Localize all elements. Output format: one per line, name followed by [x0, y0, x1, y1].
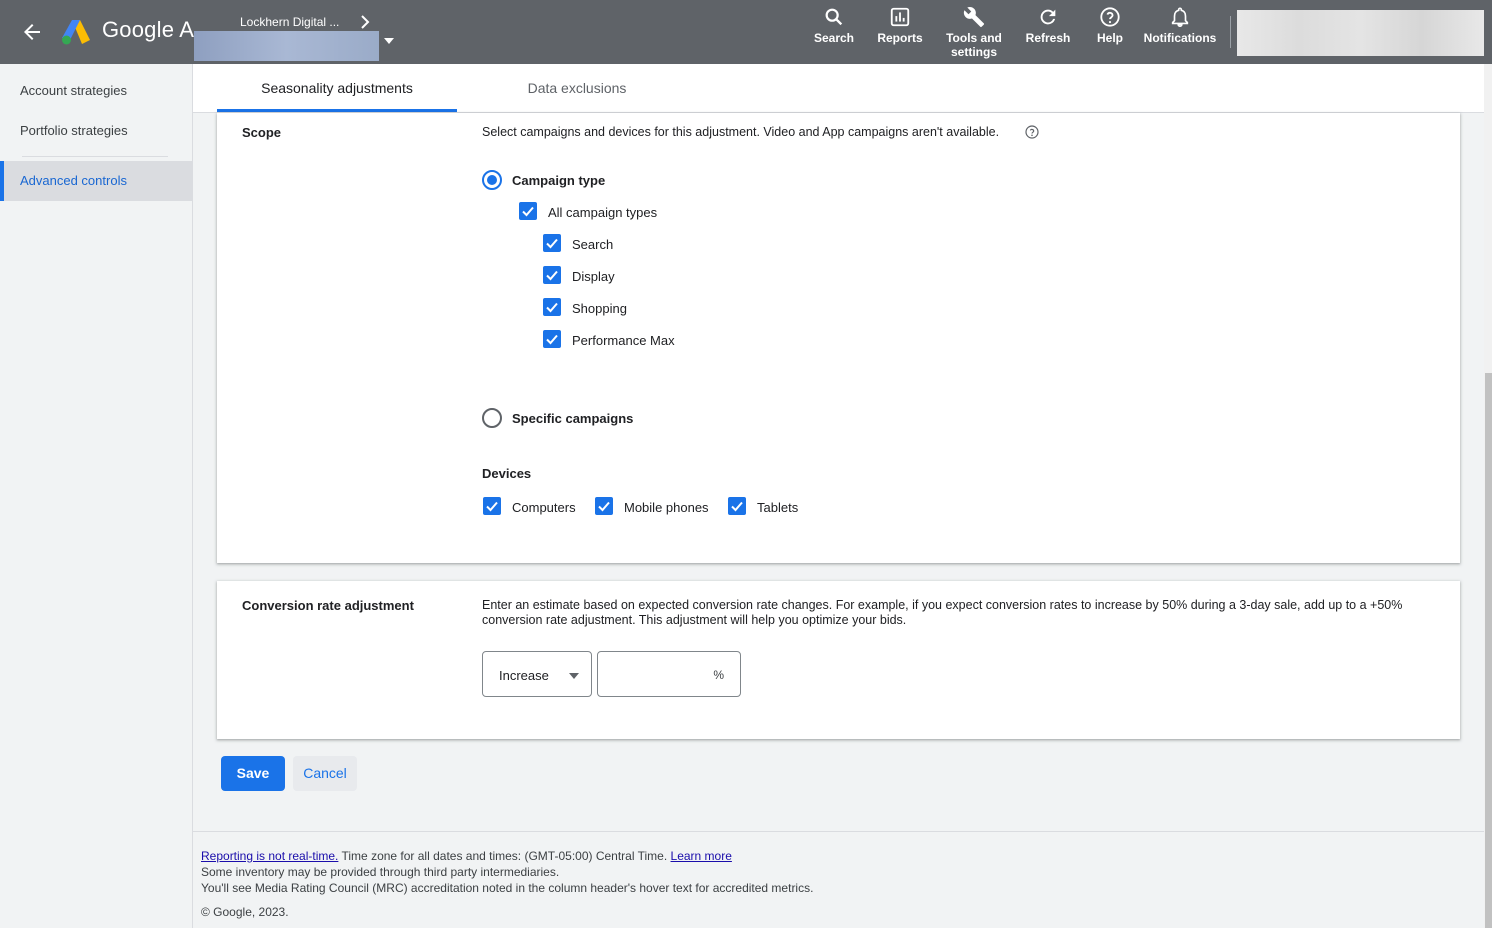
tab-seasonality-adjustments[interactable]: Seasonality adjustments [217, 64, 457, 112]
checkmark-icon [546, 334, 558, 345]
refresh-icon [1040, 9, 1056, 25]
refresh-tool-button[interactable]: Refresh [1020, 6, 1076, 45]
scrollbar-thumb[interactable] [1485, 373, 1492, 928]
sidebar-item-account-strategies[interactable]: Account strategies [0, 71, 192, 111]
conversion-rate-card: Conversion rate adjustment Enter an esti… [217, 581, 1460, 739]
footer-copyright: © Google, 2023. [201, 905, 289, 919]
tablets-label: Tablets [757, 500, 799, 515]
performance-max-type-label: Performance Max [572, 333, 675, 348]
reports-tool-button[interactable]: Reports [872, 6, 928, 45]
adjustment-direction-value: Increase [499, 668, 549, 683]
notifications-tool-label: Notifications [1143, 31, 1217, 45]
display-type-label: Display [572, 269, 615, 284]
help-tool-label: Help [1096, 31, 1123, 45]
checkmark-icon [546, 270, 558, 281]
scope-help-icon[interactable] [1025, 125, 1039, 139]
scope-description: Select campaigns and devices for this ad… [482, 125, 1000, 139]
adjustment-direction-select[interactable]: Increase [482, 651, 592, 697]
conversion-description-line2: conversion rate adjustment. This adjustm… [482, 613, 907, 627]
footer-mrc-line: You'll see Media Rating Council (MRC) ac… [201, 881, 814, 895]
conversion-description-line1: Enter an estimate based on expected conv… [482, 598, 1403, 612]
mobile-phones-label: Mobile phones [624, 500, 709, 515]
notifications-tool-button[interactable]: Notifications [1140, 6, 1220, 45]
all-campaign-types-label: All campaign types [548, 205, 658, 220]
refresh-tool-label: Refresh [1025, 31, 1071, 45]
profile-redacted[interactable] [1237, 10, 1484, 56]
checkmark-icon [546, 302, 558, 313]
search-tool-label: Search [813, 31, 855, 45]
dropdown-caret-icon [569, 673, 579, 679]
wrench-icon [963, 7, 985, 28]
back-arrow-icon[interactable] [20, 20, 44, 44]
tools-settings-label: Tools and settings [946, 31, 1002, 59]
computers-label: Computers [512, 500, 576, 515]
sidebar: Account strategies Portfolio strategies … [0, 64, 193, 928]
checkmark-icon [546, 238, 558, 249]
checkmark-icon [731, 501, 743, 512]
sidebar-separator [22, 156, 168, 157]
performance-max-type-checkbox[interactable] [543, 330, 561, 348]
scope-card: Scope Select campaigns and devices for t… [217, 113, 1460, 563]
brand-name: Google Ads [102, 17, 194, 42]
footer-divider [193, 831, 1484, 832]
learn-more-link[interactable]: Learn more [671, 849, 732, 863]
reporting-not-realtime-link[interactable]: Reporting is not real-time. [201, 849, 338, 863]
adjustment-percent-input[interactable]: % [597, 651, 741, 697]
conversion-heading: Conversion rate adjustment [242, 598, 414, 613]
search-tool-button[interactable]: Search [808, 6, 860, 45]
shopping-type-checkbox[interactable] [543, 298, 561, 316]
search-type-checkbox[interactable] [543, 234, 561, 252]
sidebar-item-portfolio-strategies[interactable]: Portfolio strategies [0, 111, 192, 151]
devices-heading: Devices [482, 466, 532, 481]
footer-reporting-line: Reporting is not real-time. Time zone fo… [201, 849, 732, 863]
chevron-right-icon[interactable] [358, 14, 372, 30]
sidebar-item-advanced-controls[interactable]: Advanced controls [0, 161, 192, 201]
display-type-checkbox[interactable] [543, 266, 561, 284]
checkmark-icon [522, 206, 534, 217]
help-tool-button[interactable]: Help [1088, 6, 1132, 45]
help-icon [1100, 7, 1120, 27]
bell-icon [1171, 7, 1189, 27]
percent-sign: % [713, 668, 724, 682]
top-bar: Google Ads Lockhern Digital ... Search R… [0, 0, 1492, 64]
search-icon [825, 8, 843, 26]
google-ads-logo-icon [62, 20, 90, 45]
cancel-button[interactable]: Cancel [293, 756, 357, 791]
account-dropdown-icon[interactable] [382, 36, 396, 46]
shopping-type-label: Shopping [572, 301, 627, 316]
toolbar-divider [1230, 16, 1231, 48]
computers-checkbox[interactable] [483, 497, 501, 515]
footer-inventory-line: Some inventory may be provided through t… [201, 865, 560, 879]
account-id-redacted [194, 31, 379, 61]
account-name[interactable]: Lockhern Digital ... [240, 15, 339, 29]
specific-campaigns-label: Specific campaigns [512, 411, 634, 426]
save-button[interactable]: Save [221, 756, 285, 791]
mobile-phones-checkbox[interactable] [595, 497, 613, 515]
search-type-label: Search [572, 237, 614, 252]
scope-heading: Scope [242, 125, 282, 140]
tab-data-exclusions[interactable]: Data exclusions [457, 64, 697, 112]
checkmark-icon [598, 501, 610, 512]
timezone-text: Time zone for all dates and times: (GMT-… [338, 849, 671, 863]
specific-campaigns-radio[interactable] [482, 408, 502, 428]
tab-bar: Seasonality adjustments Data exclusions [193, 64, 1484, 113]
tablets-checkbox[interactable] [728, 497, 746, 515]
campaign-type-label: Campaign type [512, 173, 606, 188]
checkmark-icon [486, 501, 498, 512]
campaign-type-radio[interactable] [482, 170, 502, 190]
reports-tool-label: Reports [877, 31, 923, 45]
tools-settings-button[interactable]: Tools and settings [940, 6, 1008, 59]
reports-icon [890, 7, 910, 27]
all-campaign-types-checkbox[interactable] [519, 202, 537, 220]
